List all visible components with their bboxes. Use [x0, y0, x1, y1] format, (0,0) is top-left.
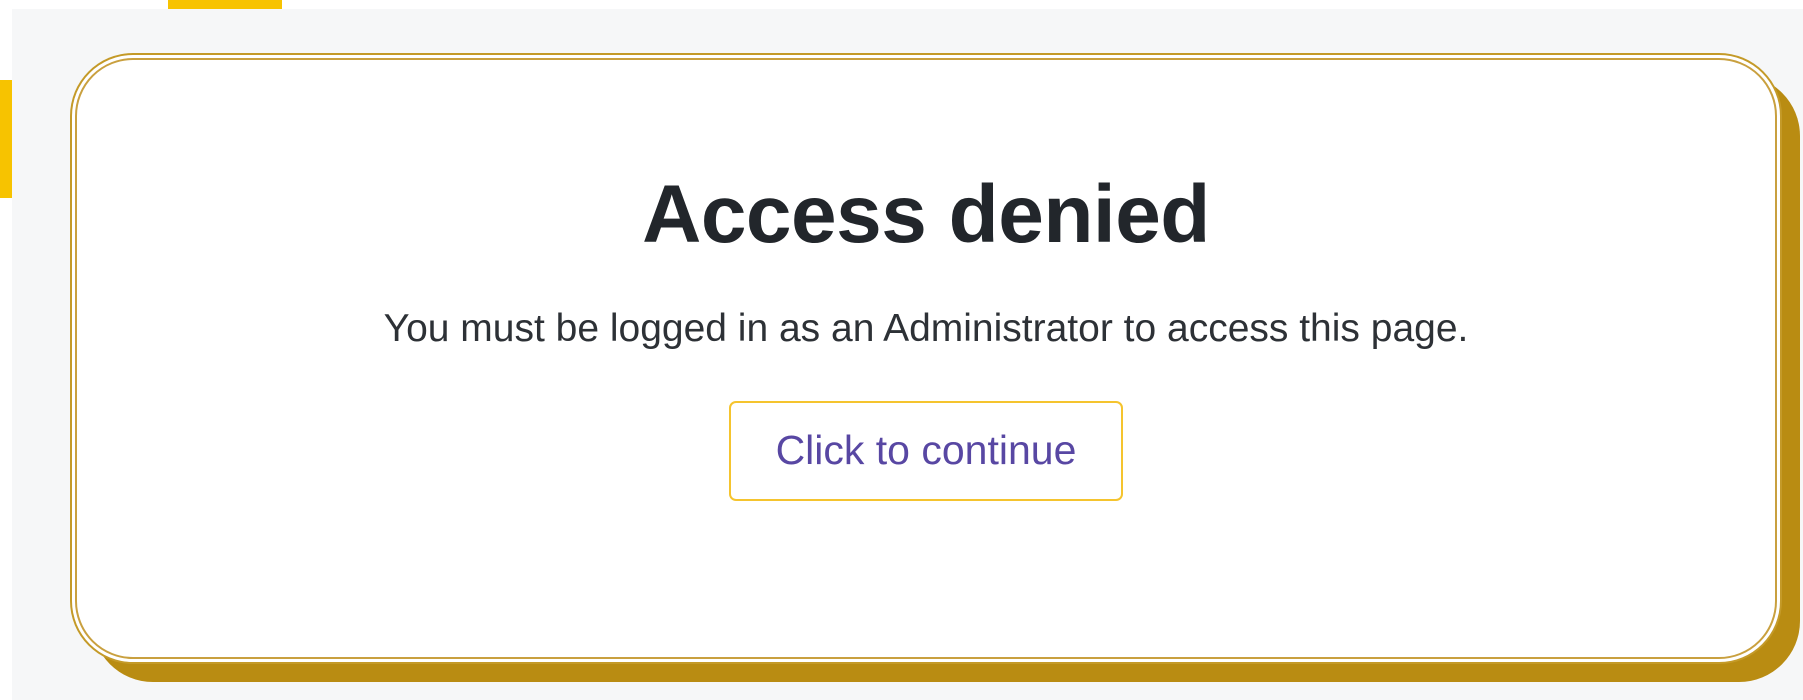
access-message: You must be logged in as an Administrato… — [383, 307, 1469, 350]
continue-button[interactable]: Click to continue — [729, 400, 1123, 501]
page-title: Access denied — [642, 169, 1210, 260]
top-accent-bar — [168, 0, 282, 9]
left-accent-bar — [0, 80, 12, 198]
page-background: Access denied You must be logged in as a… — [12, 9, 1803, 700]
card-content: Access denied You must be logged in as a… — [77, 60, 1775, 657]
access-denied-page: Access denied You must be logged in as a… — [0, 0, 1803, 700]
access-denied-card: Access denied You must be logged in as a… — [75, 58, 1777, 659]
